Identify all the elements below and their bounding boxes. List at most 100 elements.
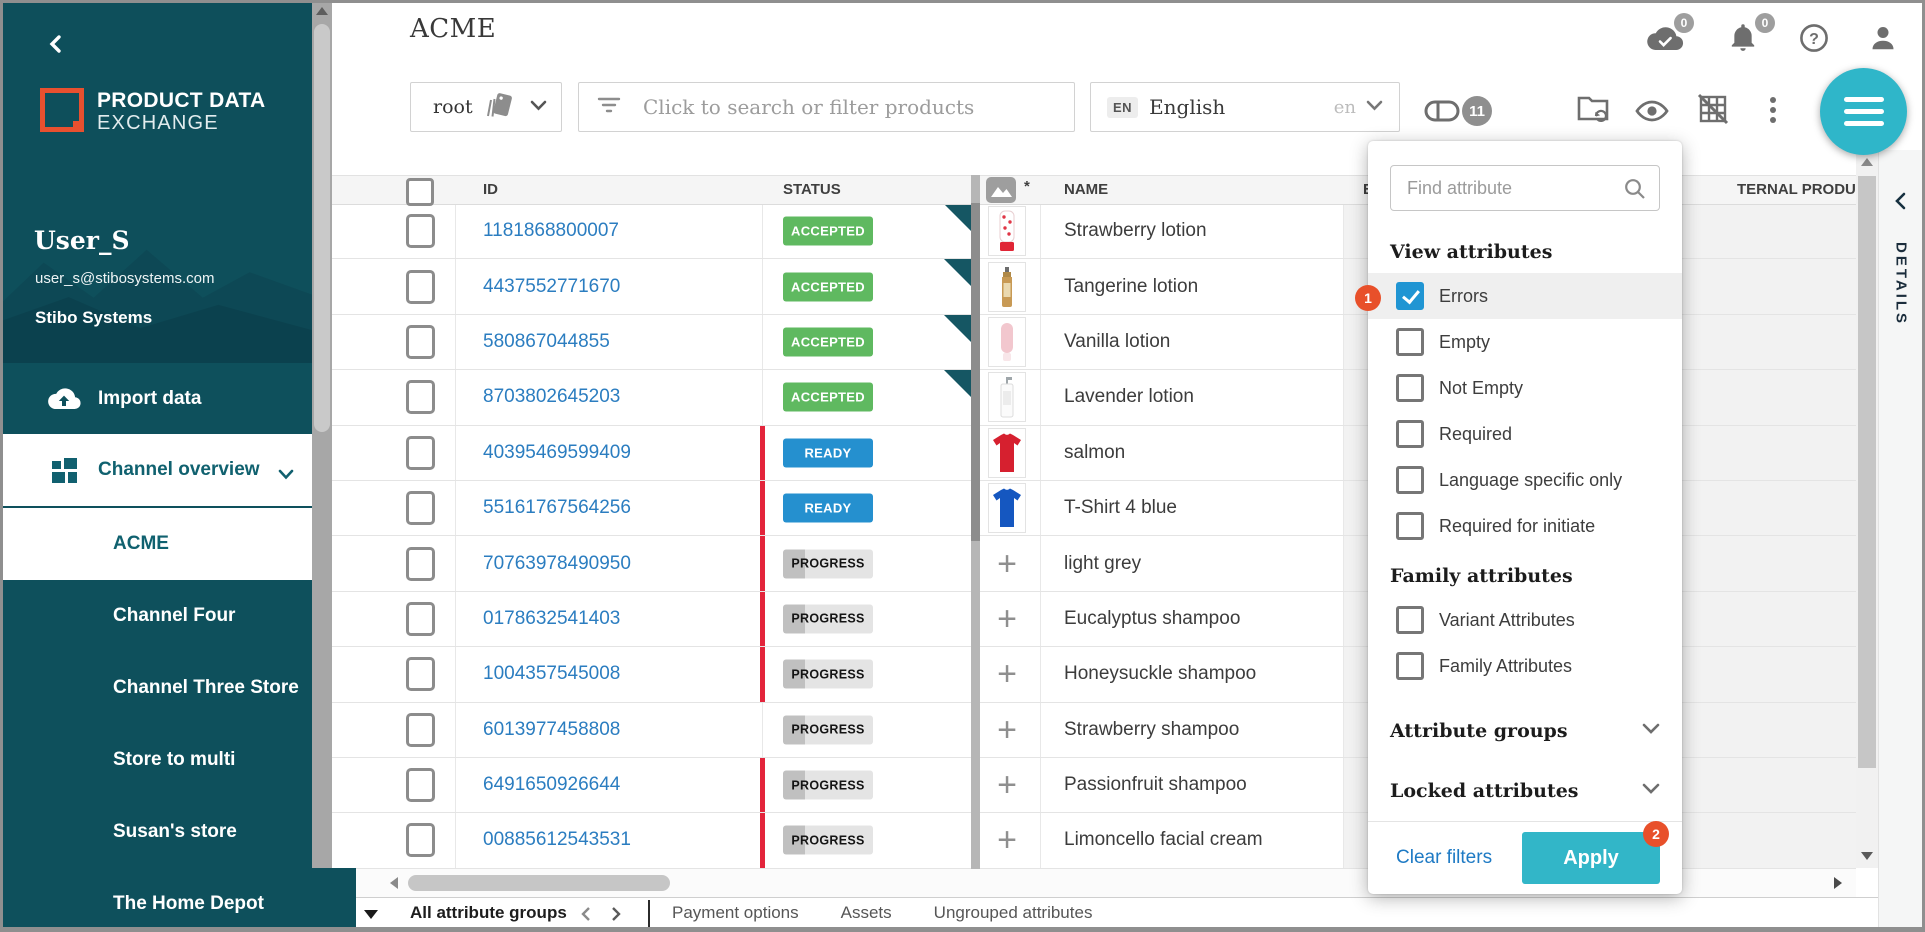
add-image-button[interactable]: + [997,823,1017,857]
help-button[interactable]: ? [1799,23,1829,58]
sidebar-channel-acme[interactable]: ACME [0,508,312,580]
row-checkbox[interactable] [406,713,435,747]
product-thumbnail[interactable] [988,372,1026,422]
product-search[interactable] [578,82,1075,132]
row-id-link[interactable]: 580867044855 [483,331,610,353]
scroll-up-arrow[interactable] [316,7,328,15]
row-checkbox[interactable] [406,823,435,857]
scrollbar-thumb[interactable] [314,24,330,432]
tab-payment-options[interactable]: Payment options [672,903,799,923]
product-thumbnail[interactable] [988,262,1026,312]
filter-option-not-empty[interactable]: Not Empty [1368,365,1682,411]
scrollbar-thumb[interactable] [408,875,670,891]
sidebar-channel-store-to-multi[interactable]: Store to multi [0,724,312,796]
table-vertical-scrollbar[interactable] [1856,150,1878,868]
row-checkbox[interactable] [406,491,435,525]
product-thumbnail[interactable] [988,317,1026,367]
row-checkbox[interactable] [406,547,435,581]
clear-filters-link[interactable]: Clear filters [1396,847,1492,869]
sidebar-channel-susan-s-store[interactable]: Susan's store [0,796,312,868]
chevron-left-icon[interactable] [1893,192,1907,215]
account-button[interactable] [1868,23,1898,58]
filter-option-family-attributes[interactable]: Family Attributes [1368,643,1682,689]
tab-scroll-right-icon[interactable] [610,906,622,927]
column-toggle-button[interactable] [1424,99,1460,128]
row-id-link[interactable]: 1181868800007 [483,220,619,242]
add-image-button[interactable]: + [997,713,1017,747]
row-id-link[interactable]: 00885612543531 [483,829,631,851]
row-id-link[interactable]: 6013977458808 [483,719,620,741]
add-image-button[interactable]: + [997,657,1017,691]
sidebar-item-import-data[interactable]: Import data [0,363,312,434]
add-image-button[interactable]: + [997,768,1017,802]
add-image-button[interactable]: + [997,547,1017,581]
preview-button[interactable] [1634,98,1670,129]
image-column-icon[interactable] [986,177,1016,207]
checkbox[interactable] [1396,606,1424,634]
product-thumbnail[interactable] [988,483,1026,533]
sidebar-channel-channel-four[interactable]: Channel Four [0,580,312,652]
filter-option-variant-attributes[interactable]: Variant Attributes [1368,597,1682,643]
row-checkbox[interactable] [406,436,435,470]
section-attribute-groups[interactable]: Attribute groups [1368,701,1682,761]
frozen-column-splitter[interactable] [971,175,980,869]
row-checkbox[interactable] [406,657,435,691]
hierarchy-root-select[interactable]: root [410,82,562,132]
filter-option-required[interactable]: Required [1368,411,1682,457]
notifications-button[interactable] [1729,22,1757,57]
search-input[interactable] [641,94,1074,120]
main-menu-fab[interactable] [1820,68,1907,155]
filter-option-language-specific-only[interactable]: Language specific only [1368,457,1682,503]
scroll-right-arrow[interactable] [1834,877,1842,889]
apply-button[interactable]: Apply 2 [1522,832,1660,884]
product-thumbnail[interactable] [988,428,1026,478]
sidebar-scrollbar[interactable] [312,0,332,928]
checkbox[interactable] [1396,328,1424,356]
checkbox[interactable] [1396,512,1424,540]
section-locked-attributes[interactable]: Locked attributes [1368,761,1682,821]
language-select[interactable]: EN English en [1090,82,1400,132]
row-id-link[interactable]: 1004357545008 [483,663,620,685]
find-attribute-search[interactable] [1390,165,1660,211]
filter-option-empty[interactable]: Empty [1368,319,1682,365]
tab-assets[interactable]: Assets [841,903,892,923]
row-checkbox[interactable] [406,602,435,636]
product-thumbnail[interactable] [988,206,1026,256]
row-id-link[interactable]: 70763978490950 [483,553,631,575]
tab-all-attribute-groups[interactable]: All attribute groups [410,903,567,923]
checkbox-checked[interactable] [1396,282,1424,310]
splitter-scrollbar-thumb[interactable] [971,203,980,541]
row-id-link[interactable]: 0178632541403 [483,608,620,630]
sidebar-channel-the-home-depot[interactable]: The Home Depot [0,868,312,932]
column-header-status[interactable]: STATUS [783,181,841,198]
details-panel-collapsed[interactable]: DETAILS [1878,150,1923,928]
sidebar-channel-channel-three-store[interactable]: Channel Three Store [0,652,312,724]
folder-sync-button[interactable] [1576,93,1610,130]
sidebar-item-channel-overview[interactable]: Channel overview [0,434,312,506]
column-header-name[interactable]: NAME [1064,181,1108,198]
collapse-sidebar-button[interactable] [46,34,64,59]
row-id-link[interactable]: 8703802645203 [483,386,620,408]
row-checkbox[interactable] [406,768,435,802]
checkbox[interactable] [1396,466,1424,494]
row-id-link[interactable]: 40395469599409 [483,442,631,464]
more-options-button[interactable] [1768,96,1778,131]
row-id-link[interactable]: 4437552771670 [483,276,620,298]
checkbox[interactable] [1396,420,1424,448]
add-image-button[interactable]: + [997,602,1017,636]
filter-option-errors[interactable]: Errors [1368,273,1682,319]
scroll-left-arrow[interactable] [390,877,398,889]
tab-scroll-left-icon[interactable] [580,906,592,927]
filter-option-required-for-initiate[interactable]: Required for initiate [1368,503,1682,549]
row-checkbox[interactable] [406,270,435,304]
column-header-id[interactable]: ID [483,181,498,198]
tab-overflow-caret[interactable] [364,910,378,919]
row-checkbox[interactable] [406,380,435,414]
tab-ungrouped-attributes[interactable]: Ungrouped attributes [934,903,1093,923]
checkbox[interactable] [1396,652,1424,680]
select-all-checkbox[interactable] [406,178,434,206]
find-attribute-input[interactable] [1391,178,1659,199]
scrollbar-thumb[interactable] [1858,176,1876,768]
row-id-link[interactable]: 55161767564256 [483,497,631,519]
scroll-up-arrow[interactable] [1861,158,1873,166]
